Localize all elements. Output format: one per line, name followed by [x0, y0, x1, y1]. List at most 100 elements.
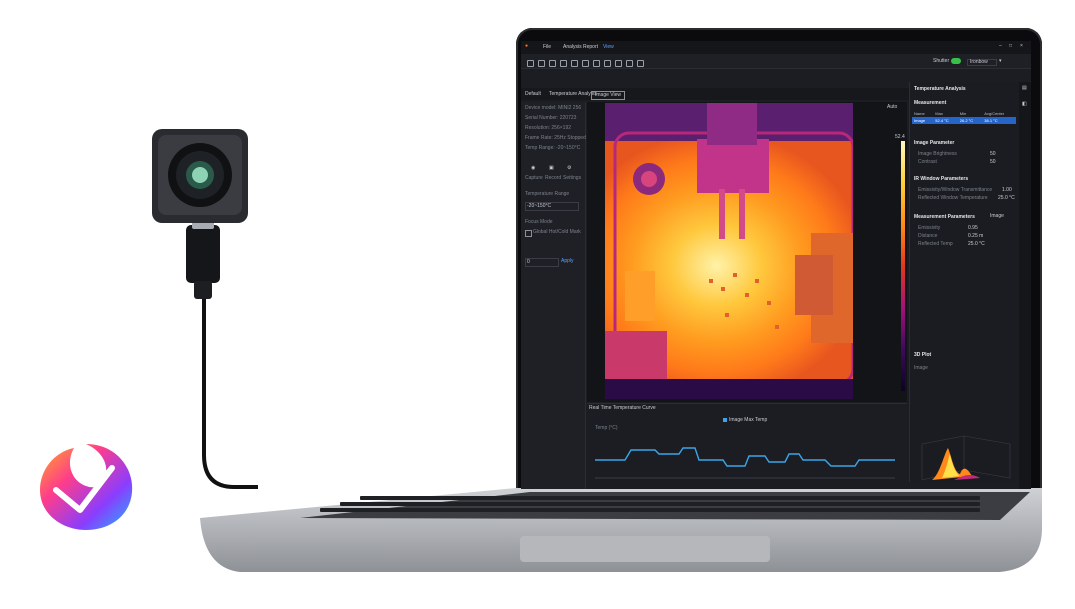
plot3d-header: 3D Plot: [914, 352, 932, 358]
select-tool-icon[interactable]: [527, 60, 534, 67]
rect-tool-icon[interactable]: [560, 60, 567, 67]
param-value[interactable]: 25.0 °C: [968, 242, 985, 247]
thermal-camera-device: [152, 129, 258, 489]
plot3d-scope[interactable]: Image: [914, 366, 928, 371]
flame-logo-icon: [40, 444, 133, 530]
param-label: Emissivity/Window Transmittance: [918, 187, 993, 193]
param-label: Contrast: [918, 159, 937, 165]
minimize-icon[interactable]: –: [999, 44, 1002, 49]
plot-3d: [921, 435, 1011, 481]
menu-report[interactable]: Report: [583, 45, 598, 50]
info-line: Temp Range: -20~150°C: [525, 145, 581, 151]
point-tool-icon[interactable]: [538, 60, 545, 67]
tab-temperature-analysis[interactable]: Temperature Analysis: [549, 92, 597, 97]
apply-button[interactable]: Apply: [561, 259, 574, 264]
cell-max: 52.4 °C: [935, 118, 949, 123]
scale-mode[interactable]: Auto: [887, 105, 897, 110]
grid-icon[interactable]: [626, 60, 633, 67]
menu-analysis[interactable]: Analysis: [563, 45, 582, 50]
toolbar: Shutter Ironbow ▾: [521, 54, 1031, 69]
legend-label: Image Max Temp: [729, 417, 768, 423]
save-icon[interactable]: [604, 60, 611, 67]
table-row[interactable]: Image 52.4 °C 26.2 °C 38.1 °C: [912, 117, 1016, 124]
hot-cold-label: Global Hot/Cold Mark: [533, 229, 581, 235]
snapshot-icon[interactable]: [615, 60, 622, 67]
tab-image-view[interactable]: Image View: [591, 91, 626, 100]
cell-min: 26.2 °C: [959, 118, 974, 123]
line-tool-icon[interactable]: [549, 60, 556, 67]
param-value[interactable]: 0.25 m: [968, 234, 983, 239]
measurement-table: Name Max Min Avg/Center Image 52.4 °C 26…: [912, 110, 1016, 124]
capture-button[interactable]: Capture: [525, 176, 543, 181]
color-scale-bar: [901, 141, 905, 391]
param-label: Reflected Temp: [918, 241, 953, 247]
cell-avg: 38.1 °C: [984, 118, 998, 123]
side-toolstrip: ▤ ◧: [1019, 82, 1031, 489]
cell-name: Image: [914, 118, 926, 123]
thermal-scene: [605, 103, 853, 399]
delete-tool-icon[interactable]: [593, 60, 600, 67]
range-select[interactable]: -20~150°C: [525, 202, 579, 211]
param-value[interactable]: 50: [990, 160, 996, 165]
panel-title: Temperature Analysis: [914, 86, 966, 92]
param-value[interactable]: 25.0 °C: [998, 196, 1015, 201]
info-line: Serial Number: 220723: [525, 115, 577, 121]
measurement-parameters-header: Measurement Parameters: [914, 214, 975, 220]
temperature-curve-panel: Real Time Temperature Curve Image Max Te…: [587, 403, 907, 489]
menu-file[interactable]: File: [543, 45, 551, 50]
menu-view[interactable]: View: [603, 45, 614, 50]
ir-window-header: IR Window Parameters: [914, 176, 969, 182]
thermal-image[interactable]: [605, 103, 853, 399]
value-input[interactable]: 0: [525, 258, 559, 267]
scale-max-value: 52.4: [895, 134, 905, 140]
maximize-icon[interactable]: □: [1009, 44, 1012, 49]
polygon-tool-icon[interactable]: [582, 60, 589, 67]
close-icon[interactable]: ×: [1020, 44, 1023, 49]
palette-chevron-down-icon: ▾: [999, 58, 1002, 64]
tool-icons: [525, 54, 646, 72]
settings-icon[interactable]: ⚙: [567, 166, 571, 171]
mode-label: Shutter: [933, 58, 950, 64]
chart-title: Real Time Temperature Curve: [589, 405, 656, 411]
info-line: Resolution: 256×192: [525, 125, 572, 131]
focus-label: Focus Mode: [525, 219, 553, 225]
palette-select[interactable]: Ironbow: [967, 59, 997, 66]
settings-button[interactable]: Settings: [563, 176, 581, 181]
sidebar-lock-icon[interactable]: ◧: [1022, 102, 1027, 107]
table-header: Max: [935, 111, 943, 116]
param-label: Image Brightness: [918, 151, 957, 157]
range-label: Temperature Range: [525, 191, 570, 197]
legend-swatch: [723, 418, 727, 422]
ellipse-tool-icon[interactable]: [571, 60, 578, 67]
param-value[interactable]: 50: [990, 152, 996, 157]
sidebar-analysis-icon[interactable]: ▤: [1022, 86, 1027, 91]
param-value[interactable]: 0.95: [968, 226, 978, 231]
record-icon[interactable]: ▣: [549, 166, 554, 171]
laptop-base: [200, 488, 1042, 572]
capture-icon[interactable]: ◉: [531, 166, 535, 171]
hot-cold-checkbox[interactable]: [525, 230, 532, 237]
app-logo-icon: ●: [525, 43, 529, 49]
table-header: Min: [959, 111, 967, 116]
param-label: Distance: [918, 233, 938, 239]
record-button[interactable]: Record: [545, 176, 561, 181]
zoom-icon[interactable]: [637, 60, 644, 67]
param-label: Emissivity: [918, 225, 941, 231]
info-line: Device model: MINI2 256: [525, 105, 582, 111]
temperature-curve: [595, 447, 895, 479]
image-parameter-header: Image Parameter: [914, 140, 955, 146]
table-header: Name: [914, 111, 925, 116]
laptop-screen: ● File Analysis Report View – □ × Shutte…: [521, 41, 1031, 489]
tab-bar: Default Temperature Analysis Image View: [521, 88, 911, 100]
param-label: Reflected Window Temperature: [918, 195, 988, 201]
info-line: Frame Rate: 25Hz Stopped: [525, 135, 586, 141]
measurement-header: Measurement: [914, 100, 947, 106]
tab-default[interactable]: Default: [525, 92, 541, 97]
mode-toggle[interactable]: [951, 58, 961, 64]
measurement-scope-select[interactable]: Image: [990, 214, 1004, 219]
table-header: Avg/Center: [984, 111, 1005, 116]
param-value[interactable]: 1.00: [1002, 188, 1012, 193]
menu-bar: ● File Analysis Report View – □ ×: [521, 41, 1031, 54]
right-panel: Temperature Analysis Measurement Name Ma…: [909, 82, 1020, 482]
left-panel: Device model: MINI2 256 Serial Number: 2…: [521, 102, 586, 489]
